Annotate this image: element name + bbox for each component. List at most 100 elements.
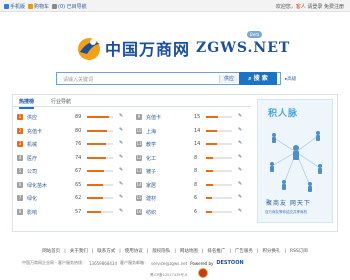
edit-icon[interactable]: ✎ [119,127,125,133]
login-link[interactable]: 请登录 [307,4,322,10]
keyword-link[interactable]: 充值卡 [146,114,161,121]
panel-tabs: 热搜榜 行业导航 [13,95,251,109]
footer-link[interactable]: 版权隐私 [152,249,170,254]
rank-row[interactable]: 8 影响 57 ✎ [17,206,133,220]
popularity-bar [206,170,232,172]
edit-icon[interactable]: ✎ [238,181,244,187]
search-count: 57 [75,208,82,215]
people-network-illustration [262,122,330,198]
edit-icon[interactable]: ✎ [119,113,125,119]
keyword-link[interactable]: 绿化苗木 [27,182,47,189]
edit-icon[interactable]: ✎ [119,194,125,200]
keyword-link[interactable]: 家居 [146,182,156,189]
popularity-fill [87,156,106,159]
edit-icon[interactable]: ✎ [119,181,125,187]
keyword-link[interactable]: 上海 [146,128,156,135]
rank-row[interactable]: 7 绿化 62 ✎ [17,192,133,206]
rank-row[interactable]: 6 绿化苗木 65 ✎ [17,179,133,193]
keyword-link[interactable]: 供应 [27,114,37,121]
destoon-logo[interactable]: DESTOON [216,260,243,266]
keyword-link[interactable]: 镀子 [146,168,156,175]
rank-row[interactable]: 10 上海 14 ✎ [136,125,252,139]
footer-separator: | [64,249,66,254]
footer-link[interactable]: 广告服务 [235,249,253,254]
rank-number: 7 [17,195,23,201]
search-button[interactable]: ⌕ 搜 索 [239,72,277,85]
keyword-link[interactable]: 公司 [27,168,37,175]
popularity-bar [87,170,113,172]
keyword-link[interactable]: 教学 [146,141,156,148]
popularity-bar [87,129,113,132]
search-count: 6 [194,195,198,201]
footer-link[interactable]: 联系方式 [97,249,115,254]
keyword-link[interactable]: 医疗 [27,155,37,162]
rank-row[interactable]: 13 镀子 8 ✎ [136,165,252,179]
edit-icon[interactable]: ✎ [119,140,125,146]
footer-link[interactable]: 积分换礼 [262,249,280,254]
edit-icon[interactable]: ✎ [238,127,244,133]
edit-icon[interactable]: ✎ [238,194,244,200]
rank-row[interactable]: 9 充值卡 15 ✎ [136,111,252,125]
rank-row[interactable]: 16 纺织 6 ✎ [136,206,252,220]
advanced-search-link[interactable]: ▸高级 [285,76,296,82]
rank-number: 2 [17,127,23,134]
footer-link[interactable]: RSS订阅 [290,249,308,254]
popularity-fill [87,116,110,118]
rank-row[interactable]: 15 建材 6 ✎ [136,192,252,206]
rank-row[interactable]: 2 充值卡 80 ✎ [17,125,133,139]
network-banner[interactable]: 积人脉 聚商友 网天下 百万商友等你结交共享商机 [257,99,333,223]
keyword-link[interactable]: 绿化 [27,195,37,202]
rank-number: 16 [136,208,142,215]
keyword-link[interactable]: 建材 [146,195,156,202]
edit-icon[interactable]: ✎ [238,154,244,160]
footer-link[interactable]: 使用协议 [125,249,143,254]
register-link[interactable]: 免费注册 [324,4,344,10]
icp-number[interactable]: 黑ICP备12017439号-6 [150,273,187,278]
edit-icon[interactable]: ✎ [238,140,244,146]
rank-row[interactable]: 5 公司 67 ✎ [17,165,133,179]
edit-icon[interactable]: ✎ [119,167,125,173]
rank-number: 15 [136,195,142,201]
rank-row[interactable]: 12 化工 8 ✎ [136,152,252,166]
search-count: 8 [194,154,198,161]
tab-hot-search[interactable]: 热搜榜 [19,98,35,109]
history-link[interactable]: (0) 已目导航 [52,3,87,10]
footer-link[interactable]: 关于我们 [70,249,88,254]
police-badge-icon[interactable] [198,268,208,278]
search-icon: ⌕ [248,75,252,82]
guest-name: 客人 [295,4,306,10]
mobile-link[interactable]: 手机版 [4,3,25,10]
logo-text-cn: 中国万商网 [105,40,191,59]
popularity-bar [87,197,113,199]
edit-icon[interactable]: ✎ [238,208,244,214]
popularity-bar [206,210,232,213]
cart-link[interactable]: 购物车 [28,3,49,10]
footer-link[interactable]: 排名推广 [207,249,225,254]
edit-icon[interactable]: ✎ [119,208,125,214]
rank-row[interactable]: 4 医疗 74 ✎ [17,152,133,166]
rank-number: 14 [136,181,142,188]
keyword-link[interactable]: 机械 [27,141,37,148]
rank-row[interactable]: 11 教学 14 ✎ [136,138,252,152]
edit-icon[interactable]: ✎ [238,167,244,173]
site-logo[interactable]: 中国万商网 ZGWS.NET Beta [75,31,290,63]
popularity-fill [206,129,217,132]
popularity-fill [87,183,104,186]
tab-industry-nav[interactable]: 行业导航 [51,98,71,105]
footer-link[interactable]: 网站地图 [180,249,198,254]
rank-row[interactable]: 3 机械 76 ✎ [17,138,133,152]
keyword-link[interactable]: 纺织 [146,209,156,216]
search-count: 8 [194,181,198,188]
popularity-fill [206,210,212,213]
keyword-link[interactable]: 化工 [146,155,156,162]
keyword-link[interactable]: 影响 [27,209,37,216]
service-email[interactable]: service@zgws.net [151,261,187,266]
rank-row[interactable]: 1 供应 89 ✎ [17,111,133,125]
rank-row[interactable]: 14 家居 8 ✎ [136,179,252,193]
edit-icon[interactable]: ✎ [119,154,125,160]
keyword-link[interactable]: 充值卡 [27,128,42,135]
edit-icon[interactable]: ✎ [238,113,244,119]
rank-number: 6 [17,181,23,188]
search-input[interactable]: 请输入关键词 [63,76,93,83]
footer-link[interactable]: 网站首页 [42,249,60,254]
